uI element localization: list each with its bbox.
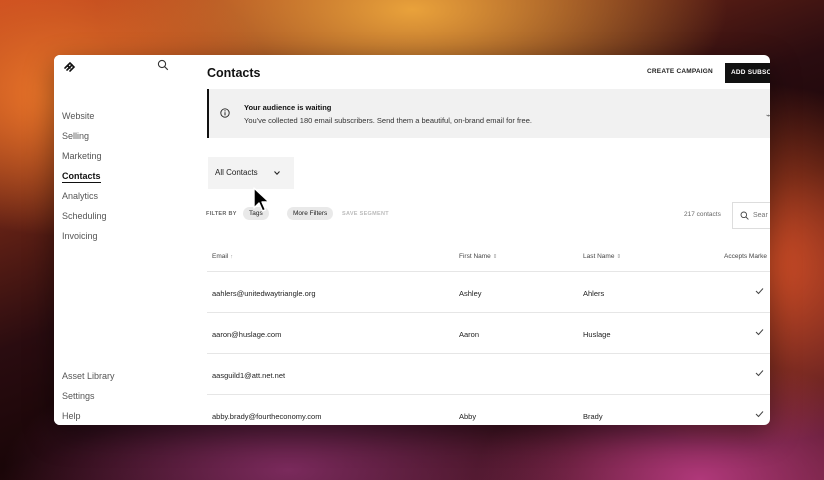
sidebar-item-contacts[interactable]: Contacts <box>62 168 107 188</box>
cell-first-name: Aaron <box>459 330 480 339</box>
table-row[interactable]: aaron@huslage.com Aaron Huslage <box>207 313 770 354</box>
cell-last-name: Ahlers <box>583 289 605 298</box>
search-input[interactable] <box>753 209 770 221</box>
squarespace-logo-icon[interactable] <box>62 59 78 75</box>
table-header: Email ↑ First Name ⇕ Last Name ⇕ Accepts Ma… <box>207 247 770 272</box>
column-header-accepts-marketing[interactable]: Accepts Marke <box>724 253 767 260</box>
dismiss-icon[interactable]: ⌁ <box>766 111 770 120</box>
checkmark-icon <box>755 288 764 295</box>
cell-email: aasguild1@att.net.net <box>212 371 286 380</box>
main-panel: Contacts CREATE CAMPAIGN ADD SUBSC Your … <box>192 55 770 425</box>
cell-email: aaron@huslage.com <box>212 330 282 339</box>
search-icon[interactable] <box>157 59 169 71</box>
filter-by-label: FILTER BY <box>206 211 237 217</box>
column-header-email[interactable]: Email ↑ <box>212 253 233 260</box>
create-campaign-button[interactable]: CREATE CAMPAIGN <box>647 68 713 75</box>
checkmark-icon <box>755 329 764 336</box>
more-filters-chip[interactable]: More Filters <box>287 207 334 220</box>
sidebar-item-website[interactable]: Website <box>62 108 107 128</box>
sidebar-item-help[interactable]: Help <box>62 408 115 425</box>
contacts-count: 217 contacts <box>684 211 721 218</box>
sidebar-item-scheduling[interactable]: Scheduling <box>62 208 107 228</box>
cell-last-name: Brady <box>583 412 603 421</box>
table-row[interactable]: abby.brady@fourtheconomy.com Abby Brady <box>207 395 770 425</box>
sidebar: Website Selling Marketing Contacts Analy… <box>54 55 192 425</box>
sidebar-item-marketing[interactable]: Marketing <box>62 148 107 168</box>
dropdown-label: All Contacts <box>215 168 258 177</box>
contacts-table: Email ↑ First Name ⇕ Last Name ⇕ Accepts Ma… <box>207 247 770 425</box>
info-icon <box>220 108 230 118</box>
chevron-down-icon <box>274 171 280 176</box>
sidebar-item-selling[interactable]: Selling <box>62 128 107 148</box>
sidebar-item-settings[interactable]: Settings <box>62 388 115 408</box>
sidebar-item-invoicing[interactable]: Invoicing <box>62 228 107 248</box>
table-row[interactable]: aahlers@unitedwaytriangle.org Ashley Ahl… <box>207 272 770 313</box>
banner-text: You've collected 180 email subscribers. … <box>244 116 532 125</box>
banner-title: Your audience is waiting <box>244 103 332 112</box>
save-segment-button[interactable]: SAVE SEGMENT <box>342 211 389 217</box>
contacts-search-box[interactable] <box>732 202 770 229</box>
mouse-pointer-icon <box>253 187 270 212</box>
sidebar-item-asset-library[interactable]: Asset Library <box>62 368 115 388</box>
cell-first-name: Ashley <box>459 289 482 298</box>
filter-bar: FILTER BY Tags More Filters SAVE SEGMENT… <box>206 202 770 229</box>
audience-banner: Your audience is waiting You've collecte… <box>207 89 770 138</box>
table-row[interactable]: aasguild1@att.net.net <box>207 354 770 395</box>
cell-email: aahlers@unitedwaytriangle.org <box>212 289 316 298</box>
search-icon <box>740 211 749 220</box>
column-header-first-name[interactable]: First Name ⇕ <box>459 253 497 260</box>
cell-last-name: Huslage <box>583 330 611 339</box>
checkmark-icon <box>755 411 764 418</box>
contacts-segment-dropdown[interactable]: All Contacts <box>208 157 294 189</box>
app-window: Website Selling Marketing Contacts Analy… <box>54 55 770 425</box>
cell-first-name: Abby <box>459 412 477 421</box>
sidebar-item-analytics[interactable]: Analytics <box>62 188 107 208</box>
page-title: Contacts <box>207 66 261 80</box>
column-header-last-name[interactable]: Last Name ⇕ <box>583 253 621 260</box>
cell-email: abby.brady@fourtheconomy.com <box>212 412 322 421</box>
add-subscribers-button[interactable]: ADD SUBSC <box>725 63 770 83</box>
checkmark-icon <box>755 370 764 377</box>
sidebar-nav: Website Selling Marketing Contacts Analy… <box>62 108 107 248</box>
sidebar-bottom-nav: Asset Library Settings Help <box>62 368 115 425</box>
